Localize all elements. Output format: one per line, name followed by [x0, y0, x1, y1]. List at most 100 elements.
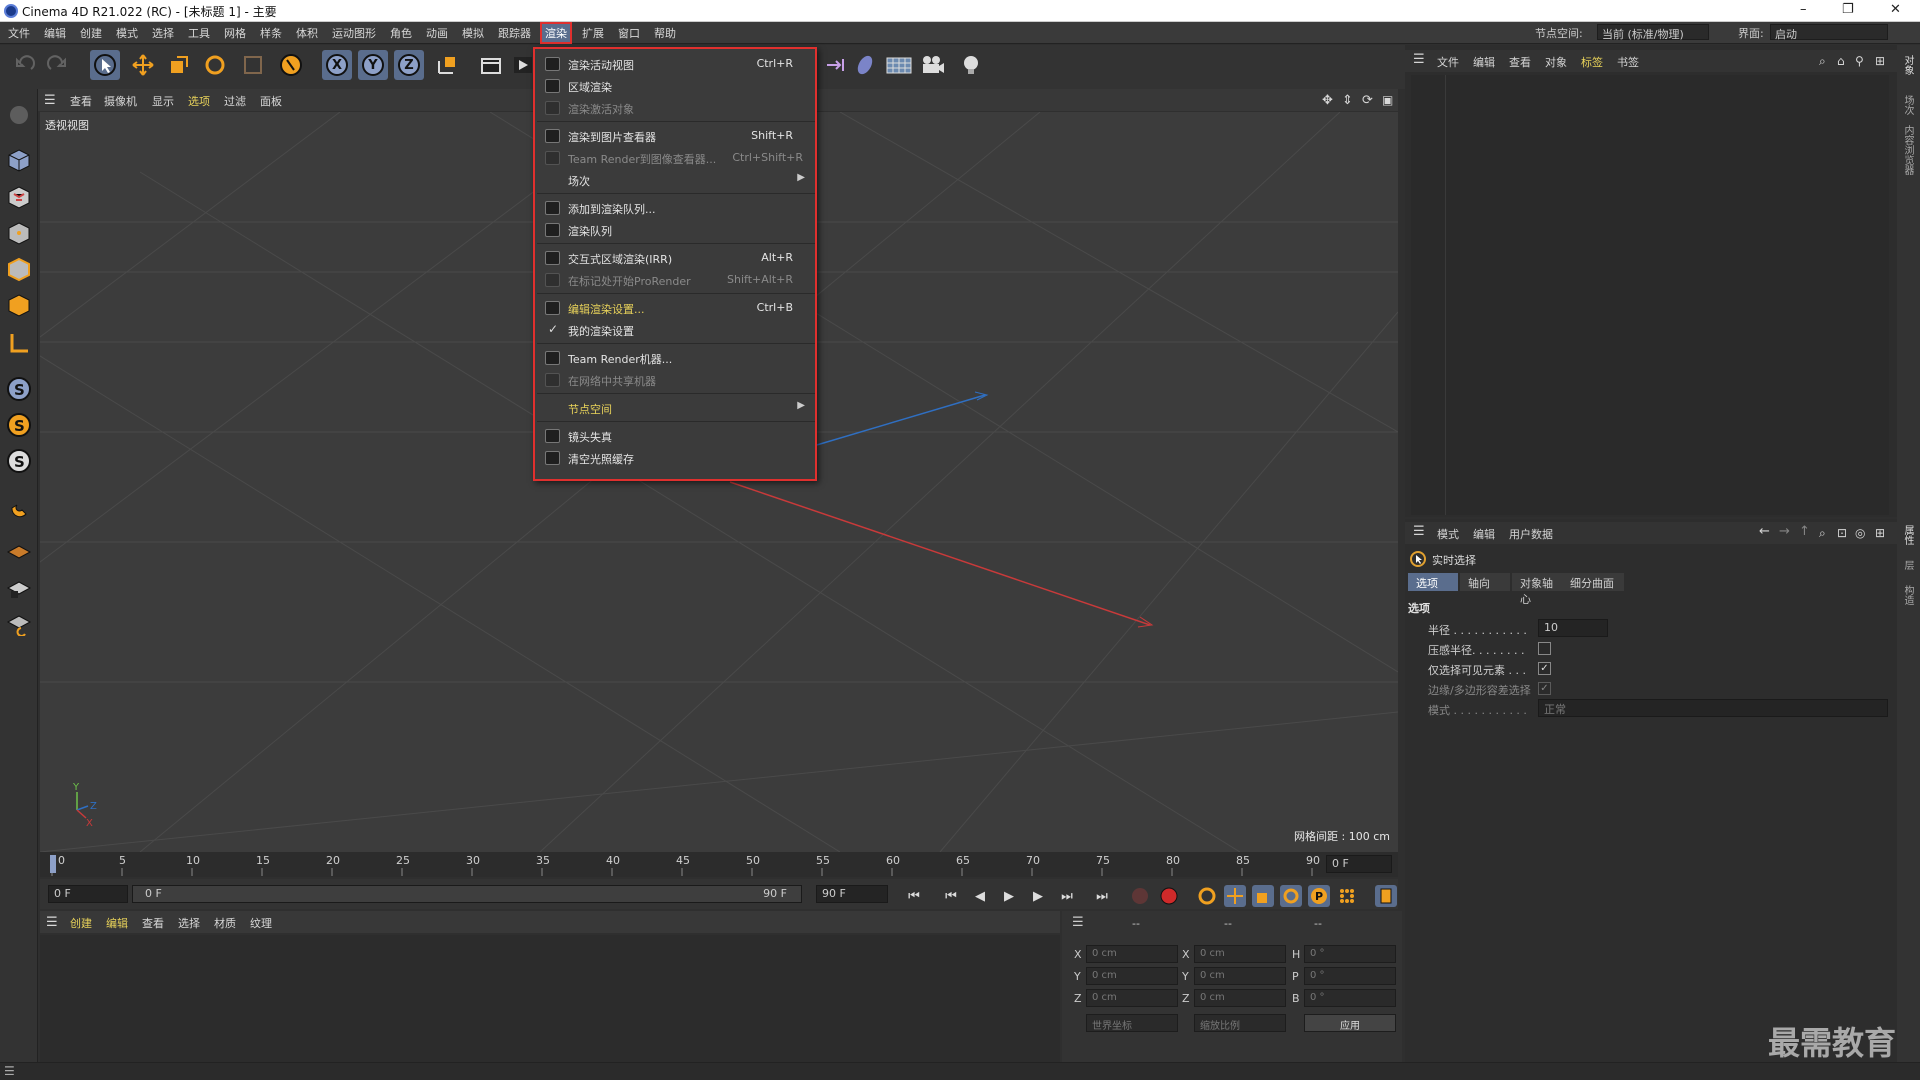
previous-key-button[interactable]: ⏮: [940, 885, 962, 907]
axis-mode-icon[interactable]: [4, 328, 34, 358]
current-frame-field[interactable]: 0 F: [1326, 855, 1392, 873]
menu-volume[interactable]: 体积: [296, 25, 318, 41]
menu-item-render-queue[interactable]: 渲染队列: [537, 219, 815, 241]
x-axis-lock-button[interactable]: X: [322, 50, 352, 80]
viewport-menu-view[interactable]: 查看: [70, 93, 92, 109]
points-mode-icon[interactable]: [4, 218, 34, 248]
menu-animate[interactable]: 动画: [426, 25, 448, 41]
position-x-field[interactable]: 0 cm: [1086, 945, 1178, 963]
viewport-maximize-icon[interactable]: ▣: [1382, 93, 1393, 107]
material-area[interactable]: [40, 935, 1060, 1065]
edges-mode-icon[interactable]: [4, 254, 34, 284]
parameter-key-button[interactable]: P: [1308, 885, 1330, 907]
viewport-menu-options[interactable]: 选项: [188, 93, 210, 109]
go-to-end-button[interactable]: ⏭: [1091, 885, 1113, 907]
menu-item-render-active-view[interactable]: 渲染活动视图 Ctrl+R: [537, 53, 815, 75]
next-key-button[interactable]: ⏭: [1056, 885, 1078, 907]
tab-subdivision-surface[interactable]: 细分曲面: [1562, 573, 1624, 591]
world-coordinates-dropdown[interactable]: 世界坐标: [1086, 1014, 1178, 1032]
menu-item-interactive-render-region[interactable]: 交互式区域渲染(IRR) Alt+R: [537, 247, 815, 269]
locked-workplane-icon[interactable]: [4, 572, 34, 602]
size-y-field[interactable]: 0 cm: [1194, 967, 1286, 985]
material-menu-texture[interactable]: 纹理: [250, 915, 272, 931]
attribute-menu-mode[interactable]: 模式: [1437, 526, 1459, 542]
viewport-menu-panel[interactable]: 面板: [260, 93, 282, 109]
status-menu-icon[interactable]: ☰: [4, 1064, 15, 1078]
viewport-menu-cameras[interactable]: 摄像机: [104, 93, 137, 109]
side-tab-attributes[interactable]: 属性: [1901, 525, 1915, 545]
snap-icon[interactable]: S: [4, 374, 34, 404]
move-tool-button[interactable]: [128, 50, 158, 80]
object-menu-bookmarks[interactable]: 书签: [1617, 54, 1639, 70]
polygons-mode-icon[interactable]: [4, 290, 34, 320]
live-selection-button[interactable]: [90, 50, 120, 80]
scale-mode-dropdown[interactable]: 缩放比例: [1194, 1014, 1286, 1032]
new-panel-icon[interactable]: ⊞: [1875, 54, 1885, 68]
minimize-button[interactable]: –: [1800, 2, 1807, 17]
lock-icon[interactable]: ⊡: [1837, 526, 1847, 540]
play-button[interactable]: ▶: [998, 885, 1020, 907]
material-menu-view[interactable]: 查看: [142, 915, 164, 931]
forward-arrow-icon[interactable]: →: [1779, 524, 1790, 539]
position-y-field[interactable]: 0 cm: [1086, 967, 1178, 985]
close-button[interactable]: ✕: [1890, 2, 1901, 17]
tab-options[interactable]: 选项: [1408, 573, 1458, 591]
side-tab-content-browser[interactable]: 内容浏览器: [1901, 125, 1915, 175]
viewport-menu-filter[interactable]: 过滤: [224, 93, 246, 109]
end-frame-field[interactable]: 90 F: [816, 885, 888, 903]
layout-dropdown[interactable]: 启动: [1770, 24, 1888, 41]
model-mode-icon[interactable]: [4, 145, 34, 175]
record-keys-button[interactable]: [1129, 885, 1151, 907]
menu-select[interactable]: 选择: [152, 25, 174, 41]
viewport-menu-display[interactable]: 显示: [152, 93, 174, 109]
start-frame-field[interactable]: 0 F: [48, 885, 128, 903]
material-menu-create[interactable]: 创建: [70, 915, 92, 931]
solo-icon[interactable]: S: [4, 410, 34, 440]
spline-tool-button[interactable]: [820, 50, 850, 80]
home-icon[interactable]: ⌂: [1837, 54, 1845, 68]
viewport-menu-icon[interactable]: ☰: [44, 93, 56, 108]
object-menu-objects[interactable]: 对象: [1545, 54, 1567, 70]
menu-item-my-render-setting[interactable]: ✓ 我的渲染设置: [537, 319, 815, 341]
recent-tools-button[interactable]: [238, 50, 268, 80]
deformer-button[interactable]: [850, 50, 880, 80]
timeline-ruler[interactable]: 0 5 10 15 20 25 30 35 40 45 50 55 60 65 …: [40, 852, 1398, 877]
apply-button[interactable]: 应用: [1304, 1014, 1396, 1032]
visible-only-checkbox[interactable]: ✓: [1538, 662, 1551, 675]
redo-button[interactable]: [42, 50, 72, 80]
playhead[interactable]: [50, 855, 56, 873]
timeline-layout-button[interactable]: [1375, 885, 1397, 907]
y-axis-lock-button[interactable]: Y: [358, 50, 388, 80]
side-tab-layers[interactable]: 层: [1901, 560, 1915, 570]
object-menu-view[interactable]: 查看: [1509, 54, 1531, 70]
pressure-radius-checkbox[interactable]: [1538, 642, 1551, 655]
viewport-rotate-icon[interactable]: ⟳: [1362, 93, 1373, 108]
filter-icon[interactable]: ⚲: [1855, 54, 1864, 68]
magnet-icon[interactable]: [4, 492, 34, 522]
menu-item-region-render[interactable]: 区域渲染: [537, 75, 815, 97]
menu-render[interactable]: 渲染: [540, 22, 572, 44]
menu-tracker[interactable]: 跟踪器: [498, 25, 531, 41]
menu-file[interactable]: 文件: [8, 25, 30, 41]
make-editable-icon[interactable]: [4, 100, 34, 130]
menu-mesh[interactable]: 网格: [224, 25, 246, 41]
side-tab-structure[interactable]: 构造: [1901, 585, 1915, 605]
object-menu-edit[interactable]: 编辑: [1473, 54, 1495, 70]
size-x-field[interactable]: 0 cm: [1194, 945, 1286, 963]
tab-object-axis[interactable]: 对象轴心: [1512, 573, 1568, 606]
menu-item-node-space[interactable]: 节点空间 ▶: [537, 397, 815, 419]
rotate-tool-button[interactable]: [200, 50, 230, 80]
radius-field[interactable]: 10: [1538, 619, 1608, 637]
rotation-b-field[interactable]: 0 °: [1304, 989, 1396, 1007]
menu-item-edit-render-settings[interactable]: 编辑渲染设置... Ctrl+B: [537, 297, 815, 319]
menu-edit[interactable]: 编辑: [44, 25, 66, 41]
object-menu-icon[interactable]: ☰: [1413, 52, 1425, 67]
coordinates-menu-icon[interactable]: ☰: [1072, 915, 1084, 930]
size-z-field[interactable]: 0 cm: [1194, 989, 1286, 1007]
rotation-key-button[interactable]: [1280, 885, 1302, 907]
object-list[interactable]: [1411, 75, 1889, 515]
object-menu-file[interactable]: 文件: [1437, 54, 1459, 70]
object-menu-tags[interactable]: 标签: [1581, 54, 1603, 70]
menu-create[interactable]: 创建: [80, 25, 102, 41]
attribute-menu-userdata[interactable]: 用户数据: [1509, 526, 1553, 542]
